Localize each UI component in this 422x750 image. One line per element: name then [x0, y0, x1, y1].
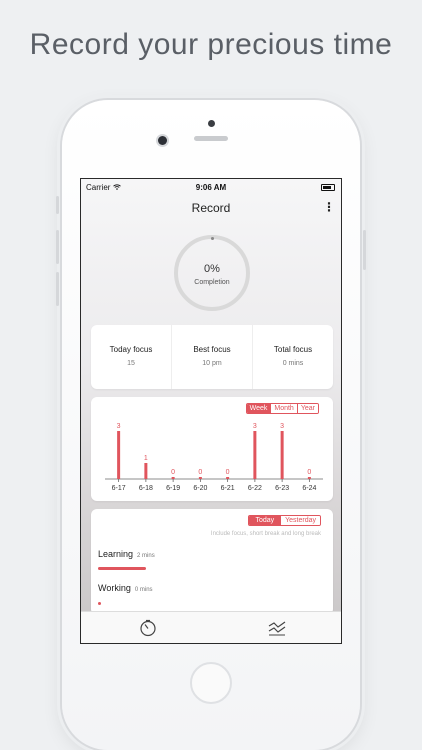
bar-value-label: 0: [171, 469, 175, 476]
chart-bar: [171, 477, 175, 479]
task-progress-bar: [98, 567, 146, 570]
timer-icon[interactable]: [138, 618, 158, 638]
stat-best-focus: Best focus 10 pm: [172, 325, 253, 389]
x-tick-label: 6-20: [193, 485, 207, 492]
task-progress-bar: [98, 602, 101, 605]
bar-value-label: 1: [144, 455, 148, 462]
x-tick-label: 6-18: [139, 485, 153, 492]
battery-icon: [321, 184, 335, 191]
power-button: [363, 230, 366, 270]
chart-bar: [226, 477, 230, 479]
focus-stats-card: Today focus 15 Best focus 10 pm Total fo…: [91, 325, 333, 389]
status-time: 9:06 AM: [195, 183, 227, 192]
task-name: Learning: [98, 549, 134, 559]
bar-value-label: 3: [253, 423, 257, 430]
completion-percent: 0%: [204, 263, 220, 275]
x-tick-label: 6-22: [248, 485, 262, 492]
bar-value-label: 0: [307, 469, 311, 476]
tab-today[interactable]: Today: [249, 516, 282, 525]
stat-value: 15: [127, 360, 135, 367]
tab-yesterday[interactable]: Yesterday: [281, 516, 320, 525]
stat-total-focus: Total focus 0 mins: [253, 325, 333, 389]
phone-frame: Carrier 9:06 AM Record ⋮ 0% Completion T…: [56, 100, 366, 750]
chart-bar: [117, 431, 121, 479]
more-vertical-icon[interactable]: ⋮: [323, 201, 335, 215]
completion-ring-marker: [211, 237, 214, 240]
page-title: Record: [191, 201, 231, 215]
earpiece-speaker: [194, 136, 228, 141]
breakdown-note: Include focus, short break and long brea…: [210, 531, 321, 537]
bar-value-label: 3: [117, 423, 121, 430]
home-button[interactable]: [190, 662, 232, 704]
bar-value-label: 3: [280, 423, 284, 430]
bar-value-label: 0: [198, 469, 202, 476]
front-camera: [158, 136, 167, 145]
stat-value: 0 mins: [282, 360, 304, 367]
stat-label: Today focus: [109, 345, 153, 354]
task-learning: Learning 2 mins: [98, 549, 155, 559]
x-tick-label: 6-21: [221, 485, 235, 492]
stat-value: 10 pm: [202, 360, 222, 367]
x-tick-label: 6-17: [112, 485, 126, 492]
chart-bar: [144, 463, 148, 479]
proximity-sensor: [208, 120, 215, 127]
tasks-card: Today Yesterday Include focus, short bre…: [91, 509, 333, 615]
task-working: Working 0 mins: [98, 583, 153, 593]
focus-chart-card: Week Month Year 3 6-17 1 6-18 0 6-19 0 6-20 0 6-2…: [91, 397, 333, 501]
x-tick-label: 6-24: [302, 485, 316, 492]
x-tick-label: 6-19: [166, 485, 180, 492]
chart-bar: [253, 431, 257, 479]
chart-bar: [307, 477, 311, 479]
stat-today-focus: Today focus 15: [91, 325, 172, 389]
volume-down-button: [56, 272, 59, 306]
bar-value-label: 0: [226, 469, 230, 476]
task-name: Working: [98, 583, 131, 593]
focus-bar-chart: 3 6-17 1 6-18 0 6-19 0 6-20 0 6-21 3 6-22 3 6-23 0 6-24: [105, 423, 323, 492]
promo-headline: Record your precious time: [29, 28, 393, 61]
task-duration: 0 mins: [134, 587, 153, 593]
chart-bar: [198, 477, 202, 479]
task-duration: 2 mins: [137, 553, 155, 559]
tab-bar: [81, 611, 341, 643]
x-tick-label: 6-23: [275, 485, 289, 492]
chart-bar: [280, 431, 284, 479]
stat-label: Best focus: [193, 345, 231, 354]
app-screen: Carrier 9:06 AM Record ⋮ 0% Completion T…: [80, 178, 342, 644]
status-bar: Carrier 9:06 AM: [81, 179, 341, 195]
statistics-icon[interactable]: [267, 618, 287, 638]
day-segmented-control: Today Yesterday: [248, 515, 321, 526]
stat-label: Total focus: [273, 345, 313, 354]
mute-switch: [56, 196, 59, 214]
completion-label: Completion: [194, 279, 230, 286]
volume-up-button: [56, 230, 59, 264]
